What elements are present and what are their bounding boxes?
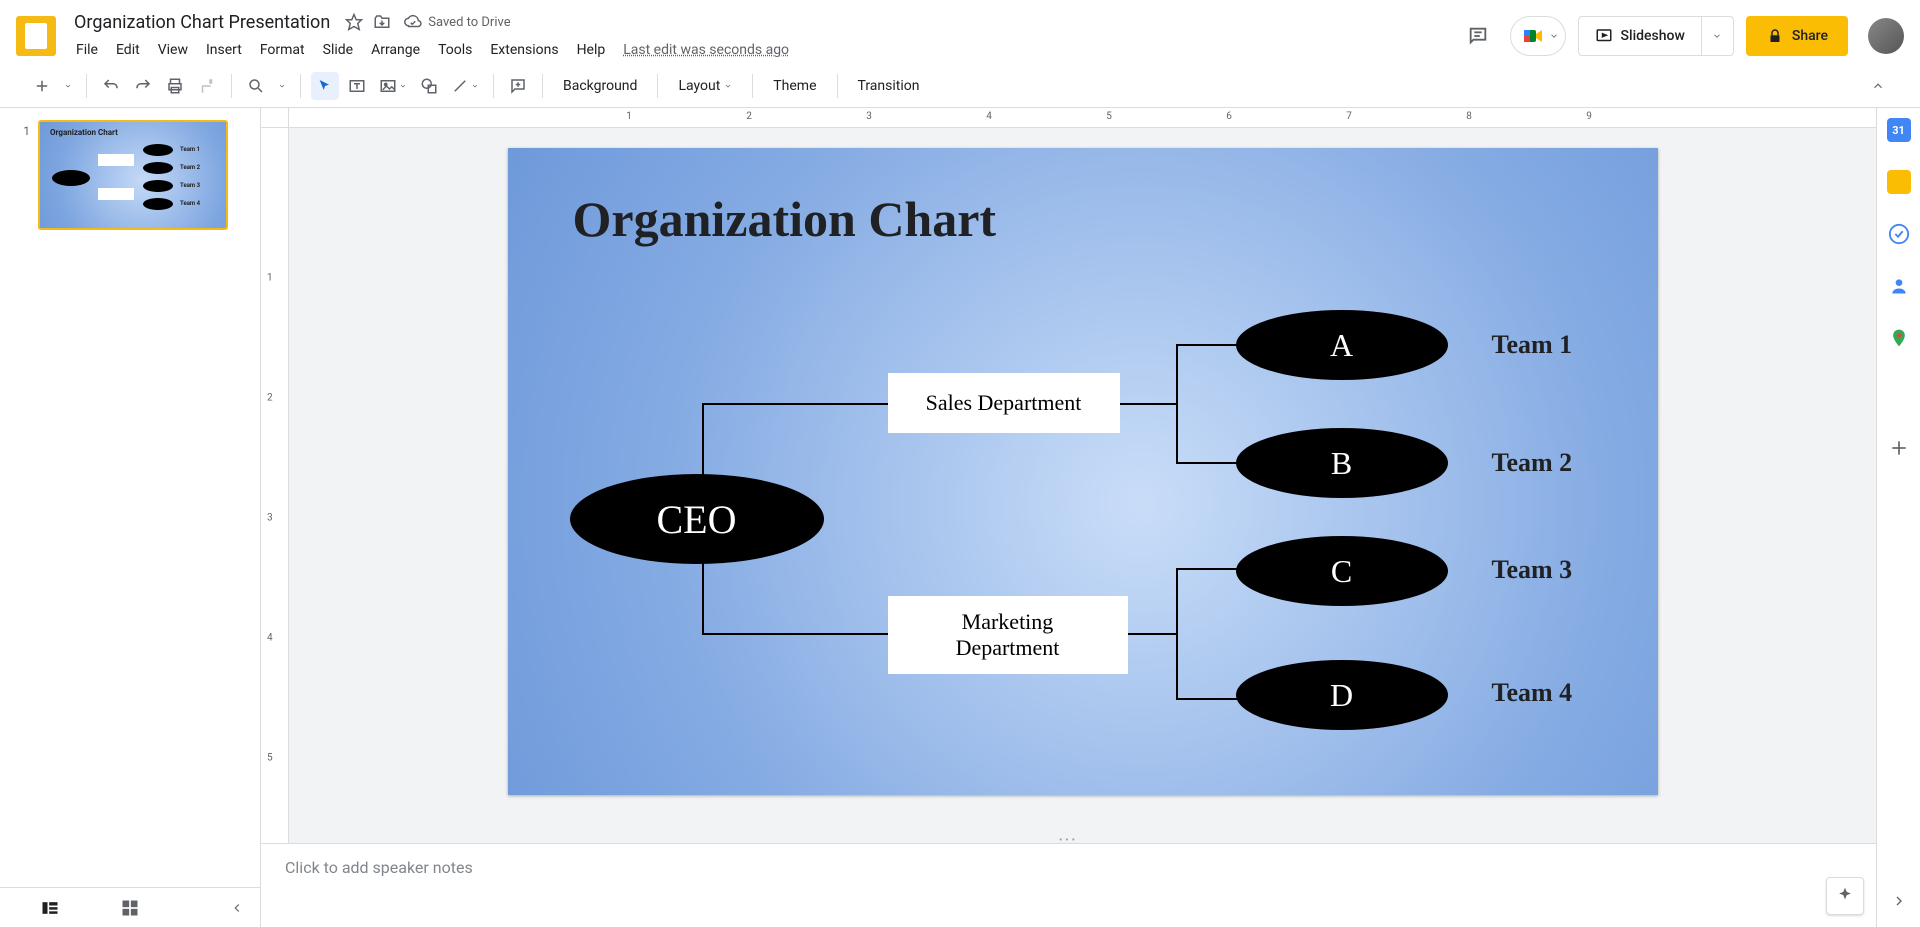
show-side-panel-icon[interactable] [1887,889,1911,913]
select-tool[interactable] [311,72,339,100]
meet-icon [1521,24,1545,48]
tasks-addon-icon[interactable] [1887,222,1911,246]
redo-button[interactable] [129,72,157,100]
slideshow-button[interactable]: Slideshow [1578,16,1702,56]
collapse-toolbar-icon[interactable] [1864,72,1892,100]
print-button[interactable] [161,72,189,100]
last-edit-link[interactable]: Last edit was seconds ago [615,38,797,62]
slide-canvas[interactable]: Organization Chart [508,148,1658,795]
collapse-filmstrip-icon[interactable] [230,901,244,915]
meet-button[interactable] [1510,16,1566,56]
menu-tools[interactable]: Tools [430,38,480,62]
line-tool[interactable] [447,72,483,100]
menu-extensions[interactable]: Extensions [482,38,566,62]
canvas-area[interactable]: 1 2 3 4 5 6 7 8 9 1 2 3 4 5 Organization… [260,108,1876,927]
label-team-2[interactable]: Team 2 [1492,448,1573,478]
ruler-corner [261,108,289,128]
slide-panel[interactable]: 1 Organization Chart Team 1 Team 2 Team … [0,108,260,927]
document-title[interactable]: Organization Chart Presentation [68,10,336,35]
calendar-addon-icon[interactable]: 31 [1887,118,1911,142]
background-button[interactable]: Background [553,72,647,100]
node-b[interactable]: B [1236,428,1448,498]
horizontal-ruler[interactable]: 1 2 3 4 5 6 7 8 9 [289,108,1876,128]
side-panel: 31 [1876,108,1920,927]
play-icon [1595,27,1613,45]
star-icon[interactable] [344,12,364,32]
menu-arrange[interactable]: Arrange [363,38,428,62]
menu-slide[interactable]: Slide [315,38,361,62]
menu-view[interactable]: View [150,38,196,62]
layout-button[interactable]: Layout [668,72,742,100]
save-status[interactable]: Saved to Drive [404,13,510,31]
get-addons-icon[interactable] [1887,436,1911,460]
undo-button[interactable] [97,72,125,100]
account-avatar[interactable] [1868,18,1904,54]
vertical-ruler[interactable]: 1 2 3 4 5 [261,128,289,927]
node-a[interactable]: A [1236,310,1448,380]
new-slide-dropdown[interactable] [60,72,76,100]
new-slide-button[interactable] [28,72,56,100]
speaker-notes-placeholder: Click to add speaker notes [285,858,473,877]
menu-insert[interactable]: Insert [198,38,250,62]
slide-number: 1 [18,120,30,230]
node-d[interactable]: D [1236,660,1448,730]
slides-app-icon[interactable] [16,16,56,56]
node-c[interactable]: C [1236,536,1448,606]
explore-button[interactable] [1826,877,1864,915]
slideshow-dropdown[interactable] [1702,16,1734,56]
transition-button[interactable]: Transition [848,72,930,100]
filmstrip-view-icon[interactable] [40,898,60,918]
maps-addon-icon[interactable] [1887,326,1911,350]
label-team-1[interactable]: Team 1 [1492,330,1573,360]
contacts-addon-icon[interactable] [1887,274,1911,298]
move-icon[interactable] [372,12,392,32]
share-button[interactable]: Share [1746,16,1848,56]
label-team-4[interactable]: Team 4 [1492,678,1573,708]
view-mode-bar [0,887,260,927]
shape-tool[interactable] [415,72,443,100]
app-header: Organization Chart Presentation Saved to… [0,0,1920,64]
keep-addon-icon[interactable] [1887,170,1911,194]
node-marketing-dept[interactable]: Marketing Department [888,596,1128,674]
toolbar: Background Layout Theme Transition [0,64,1920,108]
label-team-3[interactable]: Team 3 [1492,555,1573,585]
speaker-notes[interactable]: Click to add speaker notes [261,843,1876,927]
node-ceo[interactable]: CEO [570,474,824,564]
textbox-tool[interactable] [343,72,371,100]
comments-icon[interactable] [1458,16,1498,56]
theme-button[interactable]: Theme [763,72,826,100]
node-sales-dept[interactable]: Sales Department [888,373,1120,433]
grid-view-icon[interactable] [120,898,140,918]
image-tool[interactable] [375,72,411,100]
menu-file[interactable]: File [68,38,106,62]
slide-thumbnail-1[interactable]: Organization Chart Team 1 Team 2 Team 3 … [38,120,228,230]
paint-format-button[interactable] [193,72,221,100]
menu-edit[interactable]: Edit [108,38,148,62]
menu-format[interactable]: Format [252,38,313,62]
comment-tool[interactable] [504,72,532,100]
menu-help[interactable]: Help [569,38,614,62]
zoom-dropdown[interactable] [274,72,290,100]
slide-title[interactable]: Organization Chart [573,190,997,248]
menu-bar: File Edit View Insert Format Slide Arran… [68,36,1458,64]
zoom-button[interactable] [242,72,270,100]
chevron-down-icon [1549,31,1559,41]
chevron-down-icon [1712,31,1722,41]
lock-icon [1766,27,1784,45]
